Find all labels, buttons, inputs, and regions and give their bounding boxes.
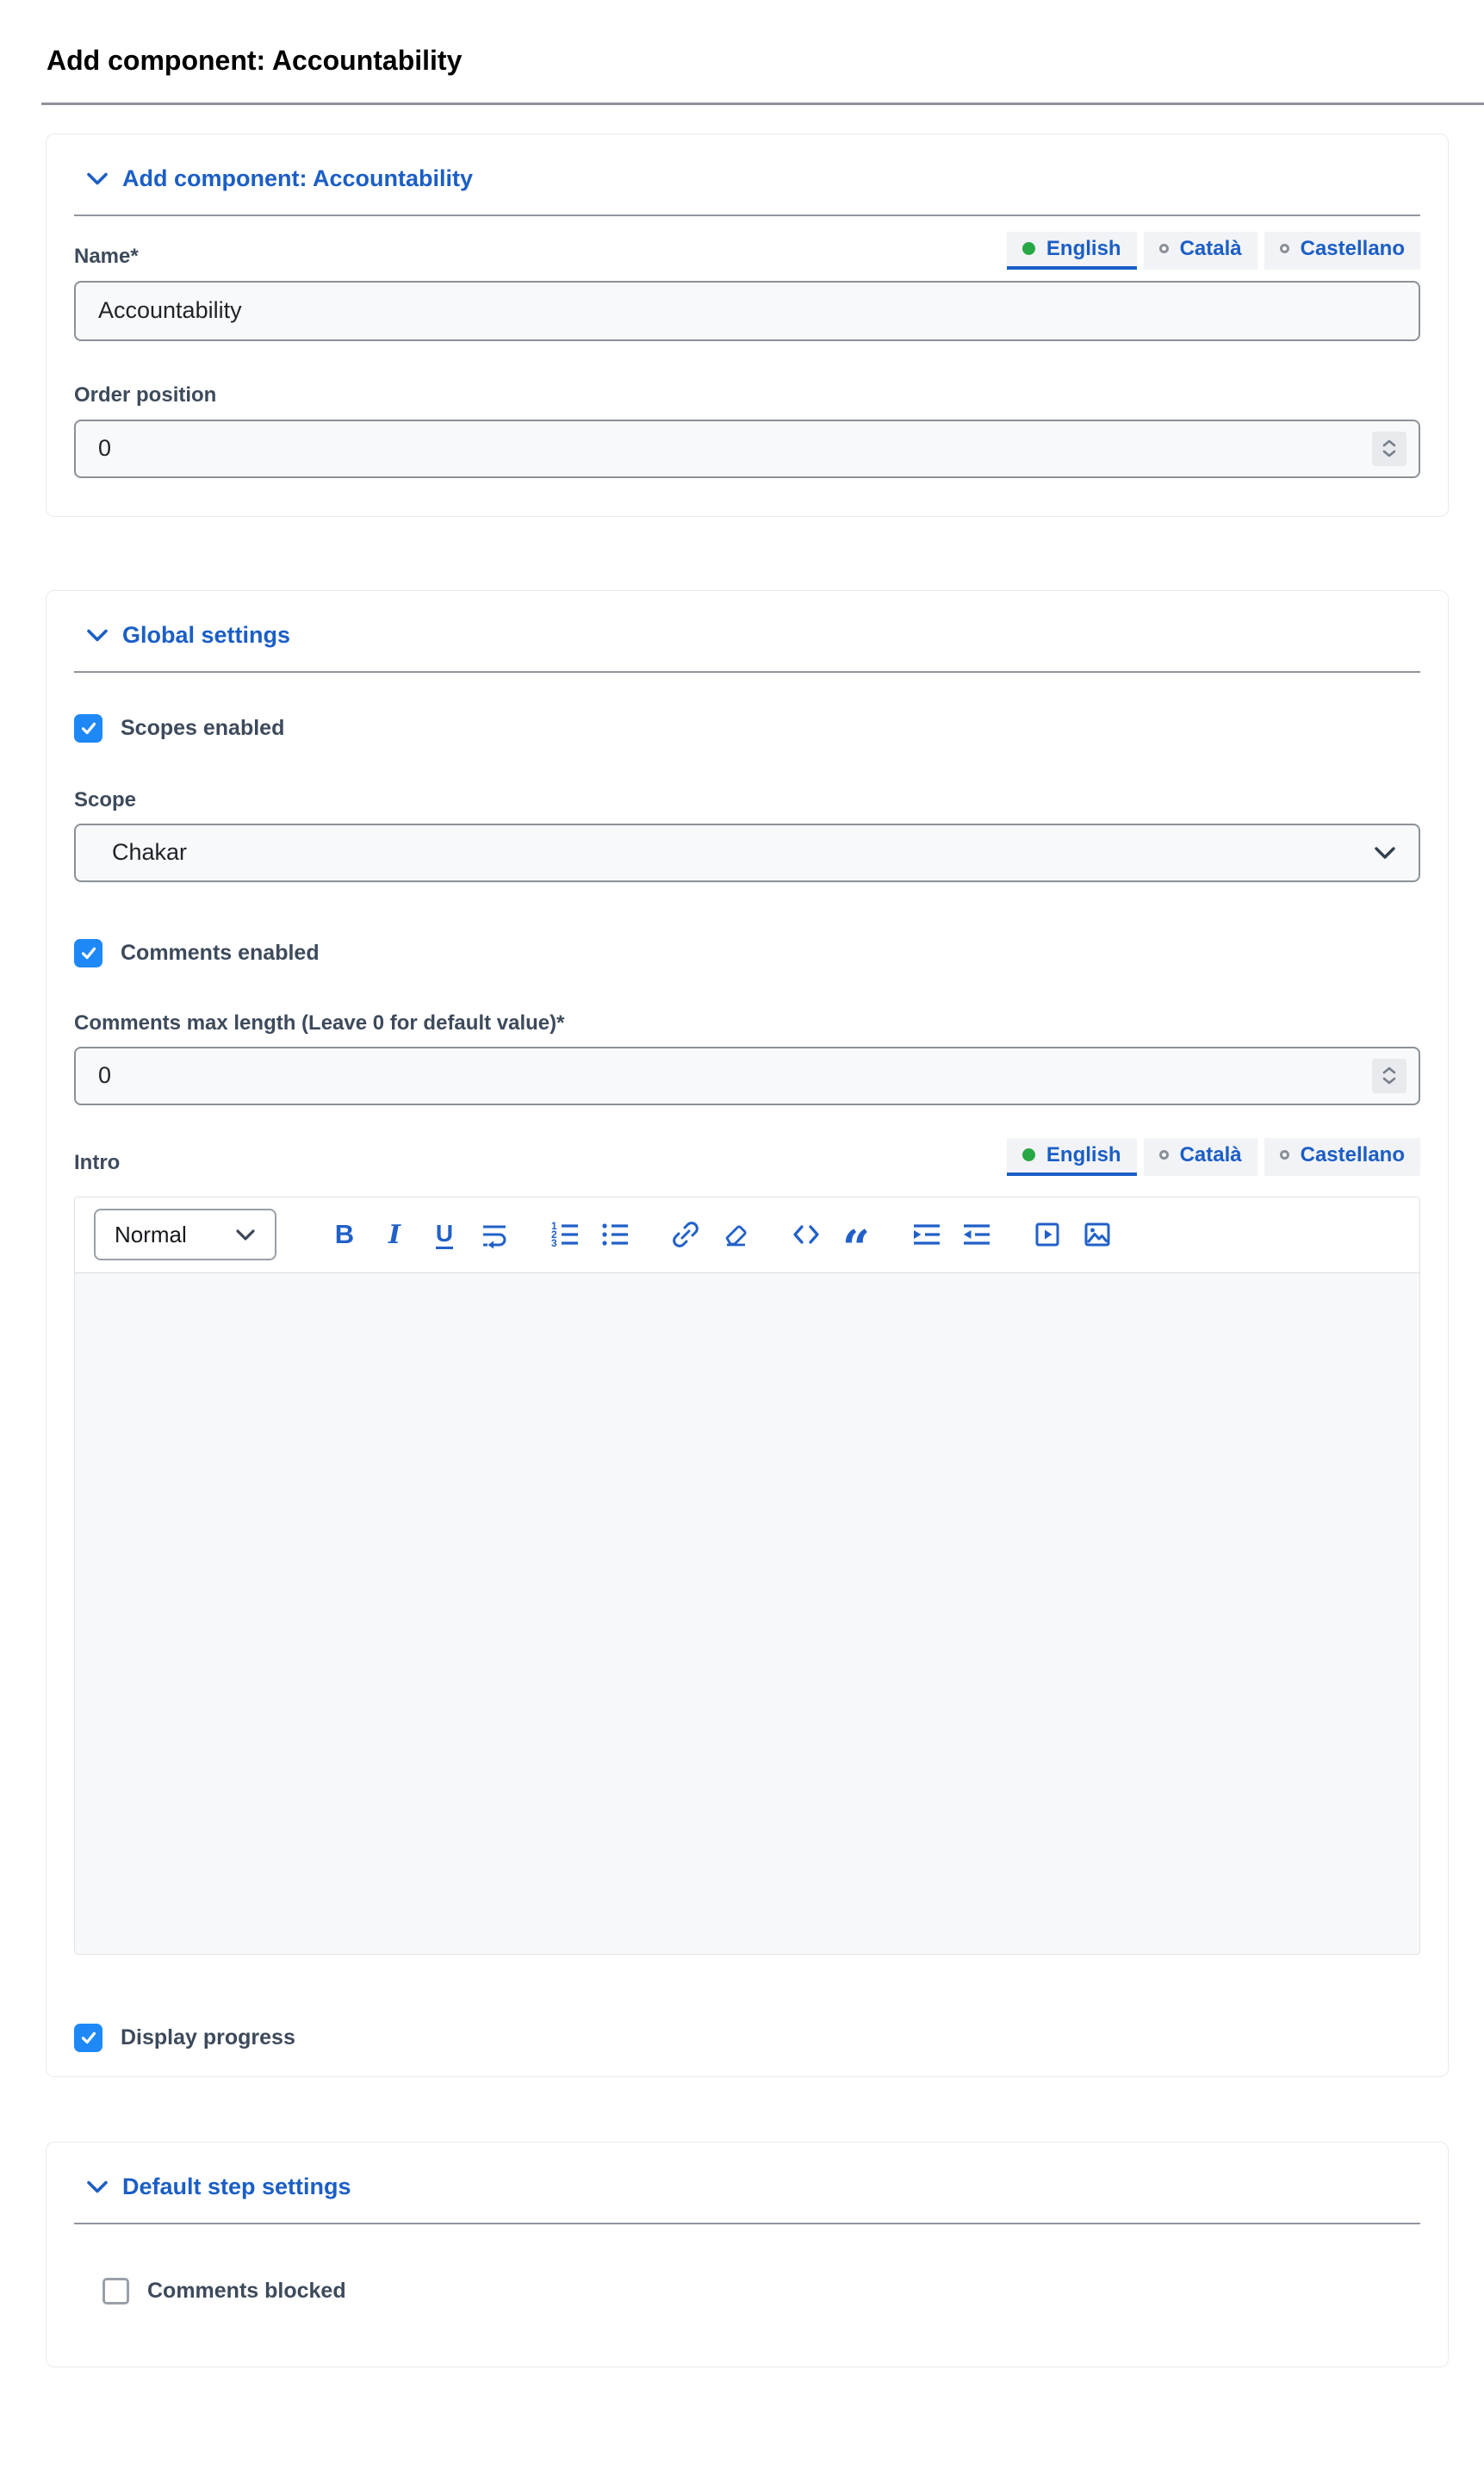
section-header-add-component[interactable]: Add component: Accountability [74, 165, 1420, 192]
chevron-down-icon [86, 171, 109, 186]
lang-tab-english[interactable]: English [1007, 1138, 1137, 1176]
section-title: Default step settings [122, 2174, 351, 2200]
chevron-down-icon [235, 1228, 256, 1241]
comments-enabled-checkbox[interactable] [74, 939, 102, 967]
section-header-default-step-settings[interactable]: Default step settings [74, 2174, 1420, 2200]
bold-icon[interactable]: B [326, 1216, 363, 1253]
stepper-up-icon [1382, 439, 1396, 447]
section-divider [74, 215, 1420, 216]
scope-label: Scope [74, 787, 1420, 813]
language-tabs-name: English Català Castellano [1007, 232, 1420, 270]
stepper-down-icon [1382, 450, 1396, 457]
order-position-label: Order position [74, 383, 1420, 408]
section-title: Global settings [122, 622, 290, 649]
comments-blocked-checkbox[interactable] [102, 2278, 129, 2305]
active-language-dot-icon [1022, 242, 1035, 255]
page-title: Add component: Accountability [47, 45, 1484, 77]
outdent-icon[interactable] [958, 1216, 996, 1253]
ordered-list-icon[interactable]: 1 2 3 [546, 1216, 584, 1253]
comments-blocked-label: Comments blocked [147, 2279, 346, 2304]
link-icon[interactable] [667, 1216, 705, 1253]
check-icon [79, 718, 98, 737]
lang-tab-english[interactable]: English [1007, 232, 1137, 270]
comments-enabled-label: Comments enabled [121, 941, 320, 966]
editor-content-area[interactable] [75, 1273, 1419, 1954]
chevron-down-icon [1374, 846, 1396, 860]
add-component-card: Add component: Accountability Name* Engl… [46, 134, 1449, 517]
number-stepper[interactable] [1372, 432, 1406, 466]
lang-tab-castellano[interactable]: Castellano [1264, 1138, 1420, 1176]
lang-tab-label: Català [1180, 237, 1242, 261]
blockquote-icon[interactable]: “ [837, 1216, 875, 1253]
language-tabs-intro: English Català Castellano [1007, 1138, 1420, 1176]
scope-select[interactable]: Chakar [74, 824, 1420, 882]
bullet-list-icon[interactable] [596, 1216, 634, 1253]
chevron-down-icon [86, 2180, 109, 2194]
comments-max-length-input[interactable] [74, 1047, 1420, 1105]
inactive-language-circle-icon [1159, 1150, 1169, 1160]
lang-tab-label: Castellano [1301, 237, 1405, 261]
default-step-settings-card: Default step settings Comments blocked [46, 2142, 1449, 2367]
video-icon[interactable] [1028, 1216, 1066, 1253]
display-progress-label: Display progress [121, 2025, 295, 2050]
paragraph-style-dropdown[interactable]: Normal [94, 1209, 276, 1260]
chevron-down-icon [86, 628, 109, 643]
display-progress-checkbox[interactable] [74, 2024, 102, 2052]
stepper-up-icon [1382, 1067, 1396, 1074]
inactive-language-circle-icon [1159, 244, 1169, 253]
section-divider [74, 2223, 1420, 2224]
italic-icon[interactable]: I [376, 1216, 413, 1253]
name-input[interactable] [74, 281, 1420, 341]
scopes-enabled-label: Scopes enabled [121, 716, 284, 741]
lang-tab-castellano[interactable]: Castellano [1264, 232, 1420, 270]
check-icon [79, 2028, 98, 2047]
number-stepper[interactable] [1372, 1059, 1406, 1093]
code-icon[interactable] [787, 1216, 825, 1253]
underline-icon[interactable]: U [425, 1216, 463, 1253]
indent-icon[interactable] [908, 1216, 946, 1253]
line-break-icon[interactable] [475, 1216, 513, 1253]
check-icon [79, 943, 98, 962]
editor-toolbar: Normal B I U 1 [75, 1197, 1419, 1273]
inactive-language-circle-icon [1280, 1150, 1289, 1160]
section-divider [74, 671, 1420, 673]
stepper-down-icon [1382, 1077, 1396, 1085]
active-language-dot-icon [1022, 1148, 1035, 1161]
name-label: Name* [74, 244, 139, 270]
lang-tab-label: Castellano [1301, 1143, 1405, 1167]
order-position-input[interactable] [74, 420, 1420, 478]
page-divider [41, 103, 1484, 105]
section-title: Add component: Accountability [122, 165, 473, 192]
lang-tab-catala[interactable]: Català [1144, 232, 1257, 270]
lang-tab-label: English [1046, 1143, 1121, 1167]
scopes-enabled-checkbox[interactable] [74, 714, 102, 743]
lang-tab-label: English [1046, 237, 1121, 261]
intro-label: Intro [74, 1150, 120, 1176]
scope-select-value: Chakar [112, 839, 187, 866]
intro-rich-text-editor: Normal B I U 1 [74, 1197, 1420, 1955]
lang-tab-label: Català [1180, 1143, 1242, 1167]
comments-max-length-label: Comments max length (Leave 0 for default… [74, 1011, 1420, 1036]
paragraph-style-value: Normal [115, 1222, 187, 1248]
global-settings-card: Global settings Scopes enabled Scope Cha… [46, 590, 1449, 2077]
lang-tab-catala[interactable]: Català [1144, 1138, 1257, 1176]
svg-text:3: 3 [551, 1237, 557, 1249]
image-icon[interactable] [1078, 1216, 1116, 1253]
clear-format-icon[interactable] [717, 1216, 754, 1253]
section-header-global-settings[interactable]: Global settings [74, 622, 1420, 649]
inactive-language-circle-icon [1280, 244, 1289, 253]
